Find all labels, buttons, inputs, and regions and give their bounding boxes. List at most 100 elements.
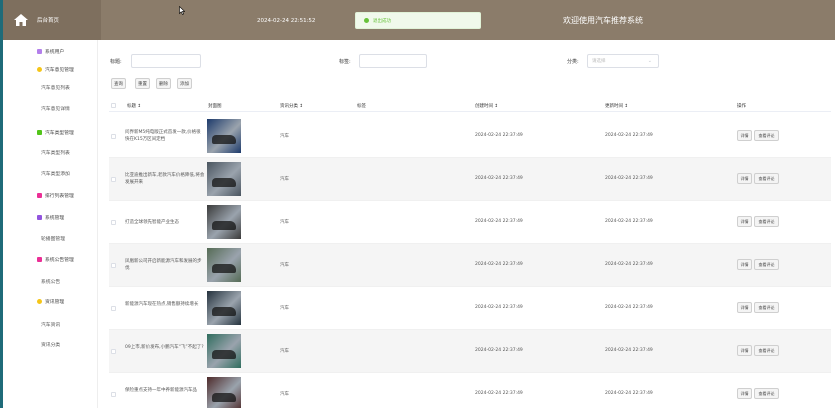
- add-button[interactable]: 添加: [177, 78, 192, 89]
- sidebar-item-2[interactable]: 汽车意见列表: [3, 82, 98, 92]
- sidebar-item-9[interactable]: 轮播图管理: [3, 233, 98, 243]
- tag-search-label: 标签:: [339, 59, 351, 65]
- row-created-time: 2024-02-24 22:37:49: [475, 219, 523, 224]
- category-label: 分类:: [567, 59, 579, 65]
- title-search-label: 标题:: [110, 59, 122, 65]
- table-row: 打造全球领先智能产业生态 汽车 2024-02-24 22:37:49 2024-02…: [109, 201, 831, 244]
- row-checkbox[interactable]: [111, 134, 116, 139]
- title-search-input[interactable]: [131, 54, 201, 68]
- sidebar-item-7[interactable]: 排行列表管理: [3, 190, 98, 200]
- sidebar-item-label: 排行列表管理: [45, 193, 74, 199]
- detail-button[interactable]: 详情: [737, 259, 752, 270]
- list-icon: [37, 129, 42, 135]
- row-checkbox[interactable]: [111, 349, 116, 354]
- sidebar-item-8[interactable]: 系统管理: [3, 212, 98, 222]
- row-checkbox[interactable]: [111, 392, 116, 397]
- car-silhouette-icon: [212, 178, 236, 187]
- car-silhouette-icon: [212, 264, 236, 273]
- detail-button[interactable]: 详情: [737, 388, 752, 399]
- sidebar-item-0[interactable]: 系统用户: [3, 46, 98, 56]
- reset-button[interactable]: 重置: [135, 78, 150, 89]
- sidebar-item-12[interactable]: 资讯管理: [3, 296, 98, 306]
- sidebar-item-label: 汽车类型列表: [41, 150, 70, 156]
- view-comments-button[interactable]: 查看评论: [754, 259, 779, 270]
- view-comments-button[interactable]: 查看评论: [754, 302, 779, 313]
- sidebar-item-5[interactable]: 汽车类型列表: [3, 147, 98, 157]
- view-comments-button[interactable]: 查看评论: [754, 345, 779, 356]
- row-checkbox[interactable]: [111, 263, 116, 268]
- car-silhouette-icon: [212, 135, 236, 144]
- cover-image: [207, 291, 241, 325]
- sidebar-item-13[interactable]: 汽车资讯: [3, 319, 98, 329]
- column-category[interactable]: 资讯分类 ↕: [280, 103, 303, 109]
- row-title: 比亚迪推出新车,老款汽车价格降低,将会发展开来: [125, 173, 205, 185]
- column-cover: 封面图: [208, 104, 222, 109]
- delete-button[interactable]: 删除: [156, 78, 171, 89]
- home-icon: [14, 14, 28, 26]
- sidebar-item-10[interactable]: 系统公告管理: [3, 254, 98, 264]
- sidebar-item-label: 资讯分类: [41, 342, 61, 348]
- row-category: 汽车: [280, 220, 289, 225]
- current-datetime: 2024-02-24 22:51:52: [257, 18, 316, 24]
- sidebar-item-label: 汽车资讯: [41, 322, 61, 328]
- table-header: 标题 ↕ 封面图 资讯分类 ↕ 标签 创建时间 ↕ 更新时间 ↕ 操作: [109, 100, 831, 112]
- detail-button[interactable]: 详情: [737, 173, 752, 184]
- row-created-time: 2024-02-24 22:37:49: [475, 133, 523, 138]
- sidebar-item-label: 系统公告: [41, 279, 61, 285]
- table-row: 问界新M5纯电版正式首发一款,价格很快在K15万区间定档 汽车 2024-02-24…: [109, 115, 831, 158]
- cover-image: [207, 162, 241, 196]
- row-updated-time: 2024-02-24 22:37:49: [605, 348, 653, 353]
- row-checkbox[interactable]: [111, 177, 116, 182]
- sidebar-item-6[interactable]: 汽车类型添加: [3, 168, 98, 178]
- row-category: 汽车: [280, 349, 289, 354]
- row-checkbox[interactable]: [111, 220, 116, 225]
- detail-button[interactable]: 详情: [737, 345, 752, 356]
- news-icon: [37, 298, 42, 304]
- row-created-time: 2024-02-24 22:37:49: [475, 262, 523, 267]
- sidebar-item-label: 汽车类型添加: [41, 171, 70, 177]
- select-all-checkbox[interactable]: [111, 103, 116, 108]
- sidebar-item-4[interactable]: 汽车类型管理: [3, 127, 98, 137]
- row-updated-time: 2024-02-24 22:37:49: [605, 305, 653, 310]
- car-silhouette-icon: [212, 350, 236, 359]
- column-updated[interactable]: 更新时间 ↕: [605, 103, 628, 109]
- view-comments-button[interactable]: 查看评论: [754, 216, 779, 227]
- column-tag: 标签: [357, 104, 366, 109]
- sidebar-item-label: 汽车类型管理: [45, 130, 74, 136]
- column-created[interactable]: 创建时间 ↕: [475, 103, 498, 109]
- detail-button[interactable]: 详情: [737, 216, 752, 227]
- top-header: 后台首页 2024-02-24 22:51:52 退出成功 欢迎使用汽车推荐系统: [3, 0, 835, 40]
- column-title[interactable]: 标题 ↕: [127, 103, 141, 109]
- table-row: 09上市,新价发布,小鹏汽车“飞”不起了? 汽车 2024-02-24 22:37:…: [109, 330, 831, 373]
- category-select[interactable]: 请选择 ⌄: [587, 54, 659, 68]
- welcome-title: 欢迎使用汽车推荐系统: [563, 16, 643, 25]
- main-content: 标题: 标签: 分类: 请选择 ⌄ 查询 重置 删除 添加 标题 ↕ 封面图 资…: [98, 40, 835, 408]
- sidebar-item-11[interactable]: 系统公告: [3, 276, 98, 286]
- table-row: 保险重点支持一年中养新能源汽车品 汽车 2024-02-24 22:37:49 202…: [109, 373, 831, 408]
- column-actions: 操作: [737, 104, 746, 109]
- sidebar-item-label: 汽车意见列表: [41, 85, 70, 91]
- mouse-cursor-icon: [179, 6, 185, 15]
- row-created-time: 2024-02-24 22:37:49: [475, 391, 523, 396]
- sidebar-item-14[interactable]: 资讯分类: [3, 339, 98, 349]
- sidebar-item-label: 汽车意见详情: [41, 106, 70, 112]
- car-silhouette-icon: [212, 221, 236, 230]
- detail-button[interactable]: 详情: [737, 302, 752, 313]
- table-row: 比亚迪推出新车,老款汽车价格降低,将会发展开来 汽车 2024-02-24 22:3…: [109, 158, 831, 201]
- detail-button[interactable]: 详情: [737, 130, 752, 141]
- rank-icon: [37, 192, 42, 198]
- row-updated-time: 2024-02-24 22:37:49: [605, 262, 653, 267]
- view-comments-button[interactable]: 查看评论: [754, 130, 779, 141]
- home-link[interactable]: 后台首页: [3, 0, 101, 40]
- query-button[interactable]: 查询: [111, 78, 126, 89]
- table-row: 凤凰新公司开启新能源汽车和发展的步伐 汽车 2024-02-24 22:37:49 2…: [109, 244, 831, 287]
- view-comments-button[interactable]: 查看评论: [754, 173, 779, 184]
- sidebar-item-1[interactable]: 汽车意见管理: [3, 64, 98, 74]
- tag-search-input[interactable]: [359, 54, 427, 68]
- sidebar-item-3[interactable]: 汽车意见详情: [3, 103, 98, 113]
- sidebar-item-label: 系统公告管理: [45, 257, 74, 263]
- view-comments-button[interactable]: 查看评论: [754, 388, 779, 399]
- row-title: 保险重点支持一年中养新能源汽车品: [125, 388, 197, 393]
- row-checkbox[interactable]: [111, 306, 116, 311]
- user-icon: [37, 48, 42, 54]
